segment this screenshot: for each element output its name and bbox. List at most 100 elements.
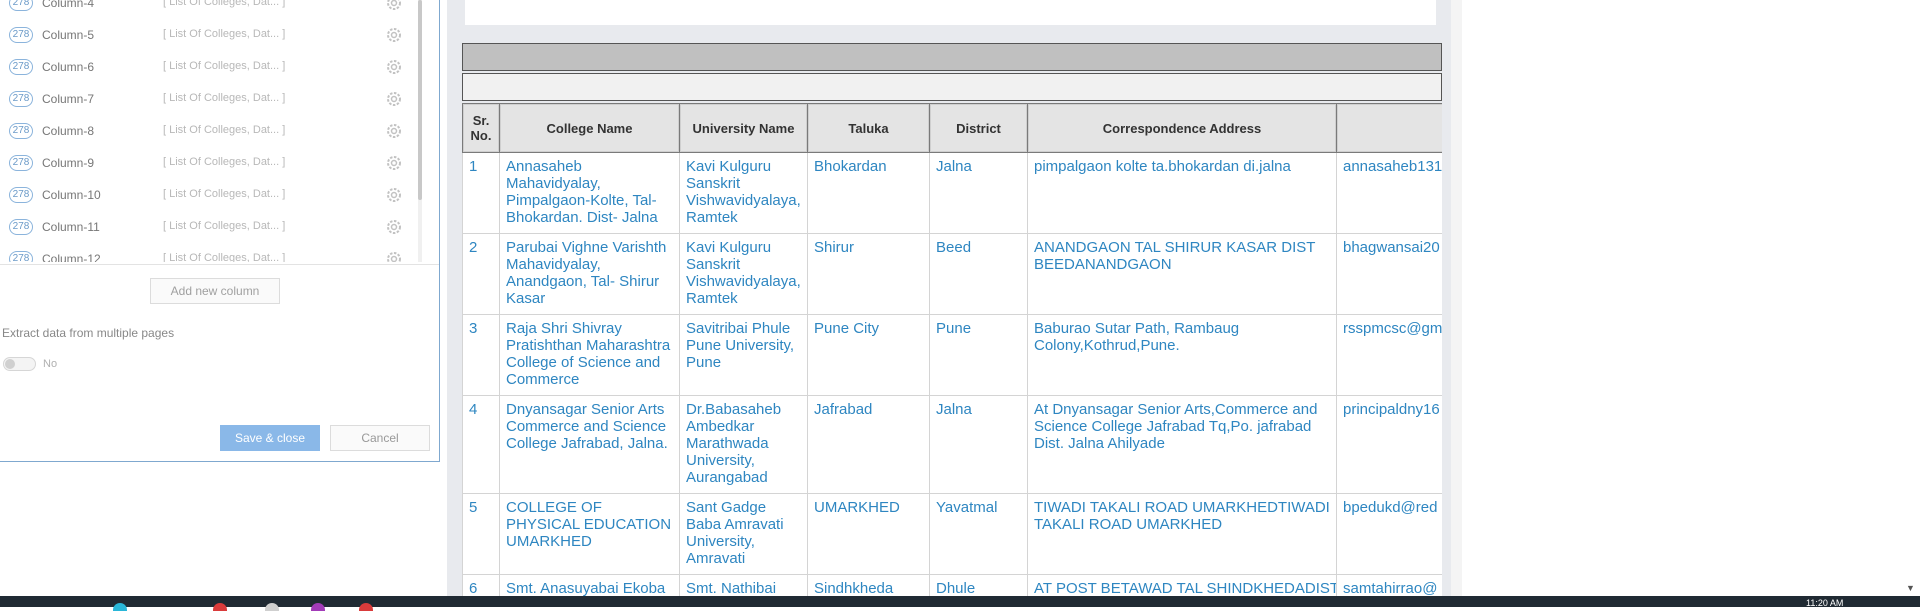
- table-row[interactable]: 4 Dnyansagar Senior Arts Commerce and Sc…: [462, 395, 1442, 494]
- app-icon[interactable]: [213, 603, 227, 611]
- extract-multiple-pages-toggle[interactable]: [3, 357, 36, 371]
- cell-college-name[interactable]: Annasaheb Mahavidyalay, Pimpalgaon-Kolte…: [499, 152, 680, 234]
- cell-email[interactable]: principaldny16: [1336, 395, 1442, 494]
- column-row[interactable]: 278 Column-11 [ List Of Colleges, Dat...…: [0, 212, 422, 244]
- cell-address[interactable]: AT POST BETAWAD TAL SHINDKHEDADIST: [1027, 574, 1337, 596]
- cell-college-name[interactable]: Parubai Vighne Varishth Mahavidyalay, An…: [499, 233, 680, 315]
- column-row[interactable]: 278 Column-4 [ List Of Colleges, Dat... …: [0, 0, 422, 20]
- cell-address[interactable]: Baburao Sutar Path, Rambaug Colony,Kothr…: [1027, 314, 1337, 396]
- cell-district[interactable]: Pune: [929, 314, 1028, 396]
- cell-college-name[interactable]: Smt. Anasuyabai Ekoba: [499, 574, 680, 596]
- cell-sr-no[interactable]: 1: [462, 152, 500, 234]
- cell-college-name[interactable]: COLLEGE OF PHYSICAL EDUCATION UMARKHED: [499, 493, 680, 575]
- column-header-sr-no[interactable]: Sr. No.: [462, 103, 500, 153]
- cell-taluka[interactable]: Shirur: [807, 233, 930, 315]
- add-new-column-button[interactable]: Add new column: [150, 278, 280, 304]
- column-row[interactable]: 278 Column-10 [ List Of Colleges, Dat...…: [0, 180, 422, 212]
- column-count-badge: 278: [9, 219, 33, 235]
- cell-sr-no[interactable]: 4: [462, 395, 500, 494]
- cell-address[interactable]: ANANDGAON TAL SHIRUR KASAR DIST BEEDANAN…: [1027, 233, 1337, 315]
- cell-taluka[interactable]: Bhokardan: [807, 152, 930, 234]
- cell-district[interactable]: Jalna: [929, 152, 1028, 234]
- cell-university-name[interactable]: Kavi Kulguru Sanskrit Vishwavidyalaya, R…: [679, 152, 808, 234]
- cell-email[interactable]: samtahirrao@: [1336, 574, 1442, 596]
- column-header-college-name[interactable]: College Name: [499, 103, 680, 153]
- column-name[interactable]: Column-11: [42, 220, 100, 234]
- cell-district[interactable]: Dhule: [929, 574, 1028, 596]
- gear-icon[interactable]: [384, 89, 404, 109]
- column-header-correspondence-address[interactable]: Correspondence Address: [1027, 103, 1337, 153]
- cell-taluka[interactable]: Jafrabad: [807, 395, 930, 494]
- table-row[interactable]: 5 COLLEGE OF PHYSICAL EDUCATION UMARKHED…: [462, 493, 1442, 575]
- cell-address[interactable]: At Dnyansagar Senior Arts,Commerce and S…: [1027, 395, 1337, 494]
- cell-taluka[interactable]: Pune City: [807, 314, 930, 396]
- cell-university-name[interactable]: Dr.Babasaheb Ambedkar Marathwada Univers…: [679, 395, 808, 494]
- edge-browser-icon[interactable]: [113, 603, 127, 611]
- toggle-knob: [5, 359, 15, 369]
- gear-icon[interactable]: [384, 217, 404, 237]
- scroll-down-arrow-icon[interactable]: ▼: [1906, 583, 1915, 593]
- column-source: [ List Of Colleges, Dat... ]: [163, 0, 286, 8]
- column-name[interactable]: Column-4: [42, 0, 94, 10]
- cell-college-name[interactable]: Raja Shri Shivray Pratishthan Maharashtr…: [499, 314, 680, 396]
- table-row[interactable]: 1 Annasaheb Mahavidyalay, Pimpalgaon-Kol…: [462, 152, 1442, 234]
- gear-icon[interactable]: [384, 25, 404, 45]
- cell-taluka[interactable]: UMARKHED: [807, 493, 930, 575]
- cell-university-name[interactable]: Savitribai Phule Pune University, Pune: [679, 314, 808, 396]
- cell-email[interactable]: annasaheb131: [1336, 152, 1442, 234]
- gear-icon[interactable]: [384, 249, 404, 262]
- column-row[interactable]: 278 Column-7 [ List Of Colleges, Dat... …: [0, 84, 422, 116]
- column-name[interactable]: Column-9: [42, 156, 94, 170]
- chrome-browser-icon[interactable]: [359, 603, 373, 611]
- page-scrollbar[interactable]: [1451, 0, 1462, 596]
- cell-address[interactable]: TIWADI TAKALI ROAD UMARKHEDTIWADI TAKALI…: [1027, 493, 1337, 575]
- gear-icon[interactable]: [384, 57, 404, 77]
- column-row[interactable]: 278 Column-12 [ List Of Colleges, Dat...…: [0, 244, 422, 262]
- column-name[interactable]: Column-5: [42, 28, 94, 42]
- column-name[interactable]: Column-6: [42, 60, 94, 74]
- column-row[interactable]: 278 Column-5 [ List Of Colleges, Dat... …: [0, 20, 422, 52]
- cell-email[interactable]: bpedukd@red: [1336, 493, 1442, 575]
- cell-sr-no[interactable]: 2: [462, 233, 500, 315]
- gear-icon[interactable]: [384, 0, 404, 13]
- column-name[interactable]: Column-7: [42, 92, 94, 106]
- column-header-email[interactable]: [1336, 103, 1442, 153]
- table-row[interactable]: 3 Raja Shri Shivray Pratishthan Maharash…: [462, 314, 1442, 396]
- column-list-scroll-thumb[interactable]: [418, 0, 422, 200]
- column-row[interactable]: 278 Column-6 [ List Of Colleges, Dat... …: [0, 52, 422, 84]
- cell-address[interactable]: pimpalgaon kolte ta.bhokardan di.jalna: [1027, 152, 1337, 234]
- gear-icon[interactable]: [384, 121, 404, 141]
- cell-sr-no[interactable]: 3: [462, 314, 500, 396]
- colleges-table: Sr. No. College Name University Name Tal…: [462, 103, 1442, 596]
- cell-sr-no[interactable]: 6: [462, 574, 500, 596]
- column-row[interactable]: 278 Column-9 [ List Of Colleges, Dat... …: [0, 148, 422, 180]
- cancel-button[interactable]: Cancel: [330, 425, 430, 451]
- cell-university-name[interactable]: Sant Gadge Baba Amravati University, Amr…: [679, 493, 808, 575]
- cell-university-name[interactable]: Kavi Kulguru Sanskrit Vishwavidyalaya, R…: [679, 233, 808, 315]
- cell-taluka[interactable]: Sindhkheda: [807, 574, 930, 596]
- cell-district[interactable]: Beed: [929, 233, 1028, 315]
- table-row[interactable]: 6 Smt. Anasuyabai Ekoba Smt. Nathibai Si…: [462, 574, 1442, 596]
- cell-email[interactable]: bhagwansai20: [1336, 233, 1442, 315]
- cell-email[interactable]: rsspmcsc@gm: [1336, 314, 1442, 396]
- cell-district[interactable]: Jalna: [929, 395, 1028, 494]
- column-header-university-name[interactable]: University Name: [679, 103, 808, 153]
- gear-icon[interactable]: [384, 185, 404, 205]
- save-and-close-button[interactable]: Save & close: [220, 425, 320, 451]
- app-icon[interactable]: [311, 603, 325, 611]
- column-row[interactable]: 278 Column-8 [ List Of Colleges, Dat... …: [0, 116, 422, 148]
- cell-sr-no[interactable]: 5: [462, 493, 500, 575]
- gear-icon[interactable]: [384, 153, 404, 173]
- column-name[interactable]: Column-10: [42, 188, 101, 202]
- cell-university-name[interactable]: Smt. Nathibai: [679, 574, 808, 596]
- cell-college-name[interactable]: Dnyansagar Senior Arts Commerce and Scie…: [499, 395, 680, 494]
- cell-district[interactable]: Yavatmal: [929, 493, 1028, 575]
- file-explorer-icon[interactable]: [265, 603, 279, 611]
- table-row[interactable]: 2 Parubai Vighne Varishth Mahavidyalay, …: [462, 233, 1442, 315]
- column-source: [ List Of Colleges, Dat... ]: [163, 92, 286, 104]
- column-header-taluka[interactable]: Taluka: [807, 103, 930, 153]
- column-name[interactable]: Column-8: [42, 124, 94, 138]
- column-source: [ List Of Colleges, Dat... ]: [163, 124, 286, 136]
- column-name[interactable]: Column-12: [42, 252, 101, 262]
- column-header-district[interactable]: District: [929, 103, 1028, 153]
